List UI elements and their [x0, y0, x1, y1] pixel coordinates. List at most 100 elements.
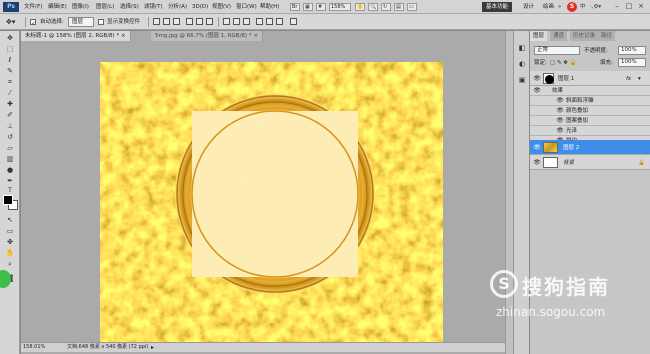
path-select-tool-icon[interactable]: ↖ — [3, 216, 17, 225]
type-tool-icon[interactable]: T — [3, 188, 17, 194]
workspace-design-link[interactable]: 设计 — [523, 3, 534, 11]
screen-mode-icon[interactable]: ▭ — [407, 3, 417, 11]
opacity-input[interactable]: 100% — [618, 46, 646, 55]
quick-select-tool-icon[interactable]: ✎ — [3, 67, 17, 76]
distribute-top-icon[interactable] — [223, 18, 230, 25]
grid-icon[interactable]: # — [316, 3, 326, 11]
effect-row-bevel[interactable]: 👁 斜面和浮雕 — [530, 96, 650, 106]
tab-layers[interactable]: 图层 — [530, 31, 548, 41]
tab-close-icon[interactable]: × — [253, 33, 258, 39]
minimize-icon[interactable]: – — [612, 2, 622, 12]
eye-icon[interactable]: 👁 — [533, 144, 541, 151]
layer-row-background[interactable]: 👁 背景 🔒 — [530, 155, 650, 170]
menu-image[interactable]: 图像(I) — [72, 3, 89, 11]
menu-edit[interactable]: 编辑(E) — [48, 3, 67, 11]
close-icon[interactable]: × — [636, 2, 646, 12]
layer-name[interactable]: 图层 1 — [558, 75, 574, 83]
layer-row-layer2[interactable]: 👁 图层 2 — [530, 140, 650, 155]
fx-icon[interactable]: fx — [626, 75, 631, 83]
distribute-hcenter-icon[interactable] — [266, 18, 273, 25]
tab-document-2[interactable]: 5mg.jpg @ 66.7% (图层 1, RGB/8) * × — [151, 31, 263, 41]
eye-icon[interactable]: 👁 — [556, 97, 564, 104]
align-vcenter-icon[interactable] — [163, 18, 170, 25]
blend-mode-select[interactable]: 正常 — [534, 46, 580, 55]
auto-select-checkbox[interactable]: ✓ — [30, 18, 38, 27]
auto-select-dropdown[interactable]: 图层 — [68, 17, 94, 27]
eraser-tool-icon[interactable]: ▱ — [3, 144, 17, 153]
menu-3d[interactable]: 3D(D) — [192, 3, 208, 11]
foreground-color-swatch[interactable] — [3, 195, 13, 205]
lock-icons[interactable]: ▢ ✎ ✥ 🔒 — [550, 59, 577, 67]
layer-name[interactable]: 背景 — [563, 159, 574, 167]
minibridge-icon[interactable]: ▦ — [303, 3, 313, 11]
tab-paths[interactable]: 路径 — [598, 31, 616, 41]
workspace-essentials-button[interactable]: 基本功能 — [482, 2, 513, 12]
history-brush-tool-icon[interactable]: ↺ — [3, 133, 17, 142]
distribute-bottom-icon[interactable] — [243, 18, 250, 25]
ime-tools-icon[interactable]: ·,⚙▾ — [590, 3, 601, 11]
hand-tool-icon[interactable]: ✋ — [355, 3, 365, 11]
eye-icon[interactable]: 👁 — [533, 87, 541, 94]
align-hcenter-icon[interactable] — [196, 18, 203, 25]
status-zoom[interactable]: 158.01% — [23, 343, 45, 352]
tab-document-1[interactable]: 未标题-1 @ 158% (图层 2, RGB/8) * × — [21, 31, 131, 41]
brush-tool-icon[interactable]: ✐ — [3, 111, 17, 120]
align-bottom-icon[interactable] — [173, 18, 180, 25]
ime-mode-label[interactable]: 中 — [580, 3, 586, 11]
auto-align-icon[interactable] — [290, 18, 297, 25]
marquee-tool-icon[interactable]: ⬚ — [3, 45, 17, 54]
dodge-tool-icon[interactable]: ● — [3, 166, 17, 175]
move-tool-preset-icon[interactable]: ✥▾ — [6, 18, 15, 26]
menu-analysis[interactable]: 分析(A) — [168, 3, 187, 11]
layer-row-layer1[interactable]: 👁 图层 1 fx ▾ — [530, 71, 650, 86]
maximize-icon[interactable]: □ — [624, 2, 634, 12]
distribute-vcenter-icon[interactable] — [233, 18, 240, 25]
crop-tool-icon[interactable]: ⌗ — [3, 78, 17, 87]
align-left-icon[interactable] — [186, 18, 193, 25]
transform-controls-checkbox[interactable] — [98, 18, 106, 26]
eye-icon[interactable]: 👁 — [556, 117, 564, 124]
shape-tool-icon[interactable]: ▭ — [3, 227, 17, 236]
effects-header-row[interactable]: 👁 效果 — [530, 86, 650, 96]
zoom-level-select[interactable]: 158% — [329, 3, 351, 11]
menu-view[interactable]: 视图(V) — [212, 3, 231, 11]
menu-help[interactable]: 帮助(H) — [260, 3, 279, 11]
distribute-right-icon[interactable] — [276, 18, 283, 25]
menu-window[interactable]: 窗口(W) — [236, 3, 257, 11]
tab-close-icon[interactable]: × — [121, 33, 126, 39]
zoom-tool-icon[interactable]: ⌕ — [3, 260, 17, 269]
lasso-tool-icon[interactable]: ℓ — [3, 56, 17, 65]
color-panel-icon[interactable]: ◧ — [517, 43, 527, 53]
move-tool-icon[interactable]: ✥ — [3, 34, 17, 43]
pen-tool-icon[interactable]: ✒ — [3, 177, 17, 186]
effect-row-pattern-overlay[interactable]: 👁 图案叠加 — [530, 116, 650, 126]
canvas[interactable] — [100, 62, 443, 345]
layer-name[interactable]: 图层 2 — [563, 144, 579, 152]
bridge-icon[interactable]: Br — [290, 3, 300, 11]
align-right-icon[interactable] — [206, 18, 213, 25]
tab-channels[interactable]: 通道 — [550, 31, 568, 41]
clone-stamp-tool-icon[interactable]: ⊥ — [3, 122, 17, 131]
arrange-documents-icon[interactable]: ▤ — [394, 3, 404, 11]
tab-history[interactable]: 历史记录 — [570, 31, 599, 41]
eyedropper-tool-icon[interactable]: ⁄ — [3, 89, 17, 98]
effect-row-color-overlay[interactable]: 👁 颜色叠加 — [530, 106, 650, 116]
eye-icon[interactable]: 👁 — [533, 159, 541, 166]
zoom-tool-icon[interactable]: 🔍 — [368, 3, 378, 11]
status-menu-arrow-icon[interactable]: ▸ — [151, 343, 154, 352]
rotate-view-icon[interactable]: ↻ — [381, 3, 391, 11]
masks-panel-icon[interactable]: ▣ — [517, 75, 527, 85]
eye-icon[interactable]: 👁 — [533, 75, 541, 82]
healing-brush-tool-icon[interactable]: ✚ — [3, 100, 17, 109]
gradient-tool-icon[interactable]: ▥ — [3, 155, 17, 164]
align-top-icon[interactable] — [153, 18, 160, 25]
fill-input[interactable]: 100% — [618, 58, 646, 67]
distribute-left-icon[interactable] — [256, 18, 263, 25]
eye-icon[interactable]: 👁 — [556, 127, 564, 134]
collapse-arrow-icon[interactable]: ▾ — [638, 75, 641, 83]
eye-icon[interactable]: 👁 — [556, 107, 564, 114]
menu-filter[interactable]: 滤镜(T) — [144, 3, 163, 11]
adjustments-panel-icon[interactable]: ◐ — [517, 59, 527, 69]
workspace-more-icon[interactable]: » — [558, 3, 561, 11]
menu-layer[interactable]: 图层(L) — [96, 3, 114, 11]
